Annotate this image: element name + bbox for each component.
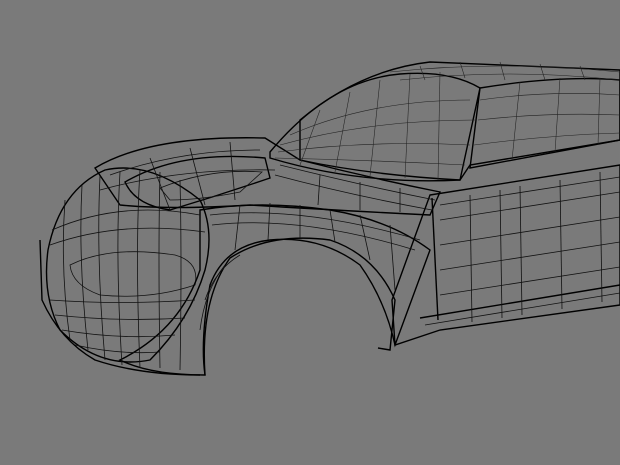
front-lip-edge <box>39 239 201 376</box>
side-window[interactable] <box>469 77 620 169</box>
side-window-wire <box>473 77 620 161</box>
fender-wire <box>199 202 421 331</box>
hood-wire <box>99 141 436 212</box>
headlight-recess <box>69 251 197 297</box>
door-cut-line <box>431 197 439 321</box>
windshield-wire <box>274 71 476 181</box>
3d-viewport[interactable] <box>0 0 620 465</box>
side-body-panel[interactable] <box>391 164 620 346</box>
rocker-line <box>419 284 620 319</box>
car-body-wireframe-render[interactable] <box>0 0 620 465</box>
hood-scoop[interactable] <box>124 155 271 211</box>
nose-wire-vertical <box>62 169 182 371</box>
nose-wire-horizontal <box>49 209 206 354</box>
wheel-arch-edge <box>203 237 396 376</box>
hood-scoop-highlight <box>159 170 263 201</box>
